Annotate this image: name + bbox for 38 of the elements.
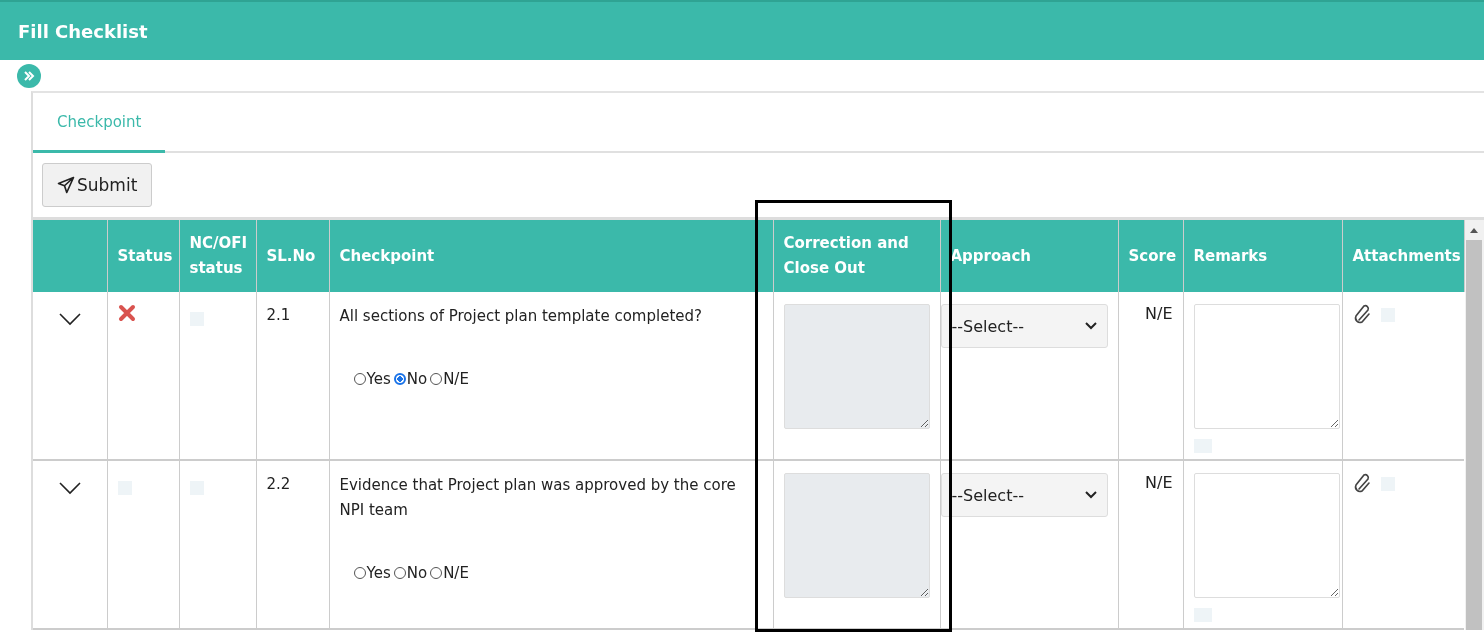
scrollbar[interactable] <box>1464 220 1484 630</box>
paperclip-icon[interactable] <box>1352 304 1373 326</box>
serial-number: 2.2 <box>266 474 291 493</box>
caret-icon <box>1084 491 1097 499</box>
checkpoint-text: All sections of Project plan template completed? <box>339 306 703 327</box>
column-header: NC/OFI status <box>179 220 256 292</box>
column-header: Correction and Close Out <box>773 220 940 292</box>
column-header: Status <box>107 220 179 292</box>
score-value: N/E <box>1145 304 1173 323</box>
checkpoint-text: Evidence that Project plan was approved by the core NPI team <box>339 475 737 521</box>
caret-icon <box>1084 322 1097 330</box>
approach-dropdown[interactable]: --Select-- <box>940 473 1108 517</box>
submit-button[interactable]: Submit <box>42 163 153 207</box>
remarks-field[interactable] <box>1193 304 1340 429</box>
radio-option[interactable]: N/E <box>430 369 469 389</box>
page-title: Fill Checklist <box>18 20 148 42</box>
expand-icon[interactable] <box>17 63 41 88</box>
radio-option[interactable]: Yes <box>353 563 391 583</box>
scroll-up-icon[interactable] <box>1469 226 1480 234</box>
column-header: Remarks <box>1183 220 1342 292</box>
column-header: Checkpoint <box>329 220 773 292</box>
column-header: Score <box>1118 220 1183 292</box>
paper-plane-icon <box>57 176 75 194</box>
radio-option[interactable]: N/E <box>430 563 469 583</box>
score-value: N/E <box>1145 473 1173 492</box>
column-header: SL.No <box>256 220 329 292</box>
serial-number: 2.1 <box>266 305 291 324</box>
column-header: Approach <box>940 220 1118 292</box>
scrollbar-thumb[interactable] <box>1466 240 1483 630</box>
approach-dropdown[interactable]: --Select-- <box>940 304 1108 348</box>
chevron-down-icon[interactable] <box>57 312 82 326</box>
radio-option[interactable]: No <box>393 369 428 389</box>
paperclip-icon[interactable] <box>1352 473 1373 495</box>
radio-option[interactable]: No <box>393 563 428 583</box>
radio-option[interactable]: Yes <box>353 369 391 389</box>
chevron-down-icon[interactable] <box>57 481 82 495</box>
remarks-field[interactable] <box>1193 473 1340 598</box>
column-header: Attachments <box>1342 220 1464 292</box>
